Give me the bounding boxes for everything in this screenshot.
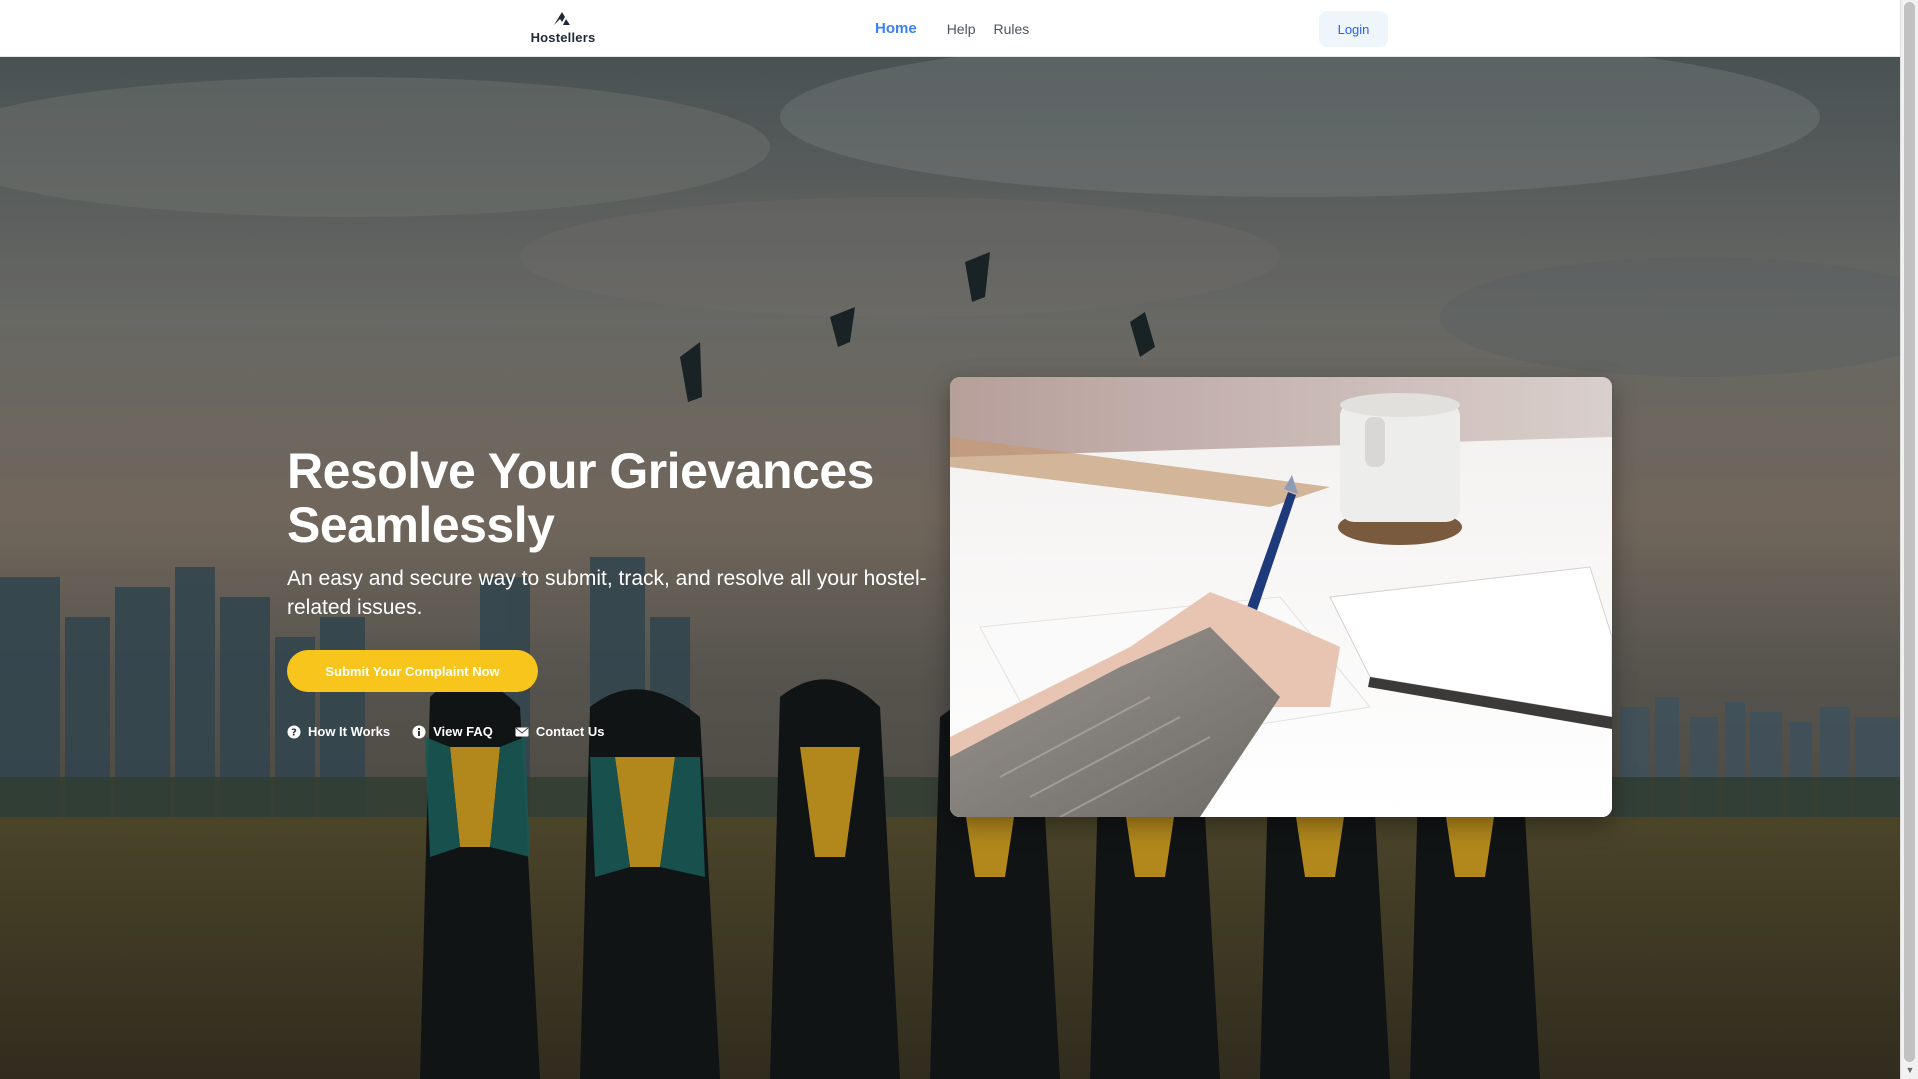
nav-help-link[interactable]: Help bbox=[947, 21, 976, 37]
nav-home-link[interactable]: Home bbox=[875, 20, 917, 37]
hero-subtitle: An easy and secure way to submit, track,… bbox=[287, 567, 927, 619]
brand-name: Hostellers bbox=[530, 30, 596, 45]
top-navbar: Hostellers Home Help Rules Login bbox=[0, 0, 1900, 57]
submit-complaint-button[interactable]: Submit Your Complaint Now bbox=[287, 650, 538, 692]
hero-quick-links: ? How It Works View FAQ Contact Us bbox=[287, 724, 947, 739]
question-circle-icon: ? bbox=[287, 725, 301, 738]
nav-rules-link[interactable]: Rules bbox=[993, 21, 1029, 37]
how-it-works-label: How It Works bbox=[308, 724, 391, 739]
info-circle-icon bbox=[412, 725, 426, 738]
envelope-icon bbox=[515, 727, 529, 736]
hero-content: Resolve Your Grievances Seamlessly An ea… bbox=[287, 444, 947, 739]
page-scrollbar[interactable]: ▲ ▼ bbox=[1900, 0, 1918, 1079]
how-it-works-link[interactable]: ? How It Works bbox=[287, 724, 390, 739]
scrollbar-thumb[interactable] bbox=[1904, 2, 1915, 1062]
view-faq-label: View FAQ bbox=[433, 724, 493, 739]
svg-text:?: ? bbox=[291, 727, 297, 738]
mountain-logo-icon bbox=[554, 12, 570, 25]
hero-section: Resolve Your Grievances Seamlessly An ea… bbox=[0, 57, 1900, 1079]
contact-us-link[interactable]: Contact Us bbox=[515, 724, 605, 739]
login-button[interactable]: Login bbox=[1319, 11, 1388, 47]
writing-hand-image bbox=[950, 377, 1612, 817]
scroll-down-icon[interactable]: ▼ bbox=[1905, 1065, 1915, 1075]
contact-us-label: Contact Us bbox=[535, 724, 605, 739]
brand[interactable]: Hostellers bbox=[511, 8, 615, 45]
hero-title: Resolve Your Grievances Seamlessly bbox=[287, 443, 874, 553]
main-nav: Home Help Rules bbox=[875, 20, 1047, 37]
view-faq-link[interactable]: View FAQ bbox=[412, 724, 493, 739]
